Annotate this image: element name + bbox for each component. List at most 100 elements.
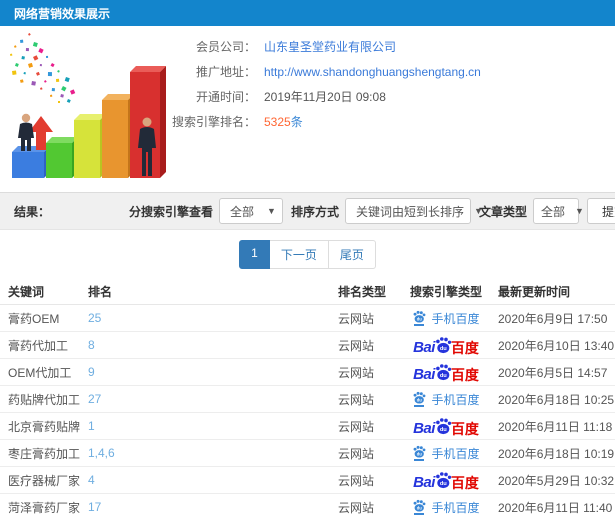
keyword-cell: 医疗器械厂家 xyxy=(8,473,81,488)
rank-link[interactable]: 4 xyxy=(88,473,95,487)
rank-type-cell: 云网站 xyxy=(338,473,375,488)
baidu-paw-icon: du xyxy=(436,363,452,380)
baidu-bai-text: Bai xyxy=(413,365,435,383)
filter-bar: 结果： 分搜索引擎查看 全部 ▼ 排序方式 关键词由短到长排序 ▼ 文章类型 全… xyxy=(0,192,615,230)
engine-cell: Bai du 百度 xyxy=(400,310,492,327)
page-title: 网络营销效果展示 xyxy=(14,6,111,21)
page-1-button[interactable]: 1 xyxy=(239,239,270,269)
engine-cell: Bai du 百度 xyxy=(400,363,492,382)
rank-type-cell: 云网站 xyxy=(338,446,375,461)
rank-count-unit: 条 xyxy=(290,115,303,129)
baidu-cn-text: 百度 xyxy=(450,366,479,383)
updated-cell: 2020年6月9日 17:50 xyxy=(498,311,608,326)
baidu-cn-text: 百度 xyxy=(450,420,479,437)
open-time-label: 开通时间： xyxy=(195,90,256,104)
article-type-select[interactable]: 全部 ▼ xyxy=(533,198,584,224)
engine-filter-label: 分搜索引擎查看 xyxy=(128,204,213,219)
next-page-button[interactable]: 下一页 xyxy=(269,239,329,269)
mobile-baidu-label: 手机百度 xyxy=(431,446,480,461)
table-row: 膏药OEM 25 云网站 Bai du 百度 xyxy=(0,305,615,332)
engine-cell: Bai du 百度 xyxy=(400,336,492,355)
open-time-row: 开通时间： 2019年11月20日 09:08 xyxy=(170,84,615,109)
updated-cell: 2020年6月5日 14:57 xyxy=(498,365,608,380)
chevron-down-icon: ▼ xyxy=(267,206,276,216)
svg-text:du: du xyxy=(417,397,423,402)
table-row: 膏药代加工 8 云网站 Bai du 百度 2020年6月10日 13:40 xyxy=(0,332,615,359)
svg-text:du: du xyxy=(417,316,423,321)
info-section: 会员公司： 山东皇圣堂药业有限公司 推广地址： http://www.shand… xyxy=(0,26,615,192)
svg-text:du: du xyxy=(417,505,423,510)
header-rank: 排名 xyxy=(88,284,113,299)
article-type-value: 全部 xyxy=(541,204,566,219)
header-bar: 网络营销效果展示 xyxy=(0,0,615,26)
baidu-paw-icon: du xyxy=(436,336,452,353)
keyword-cell: 药贴牌代加工 xyxy=(8,392,81,407)
mobile-paw-icon: du xyxy=(412,499,426,515)
keyword-cell: 枣庄膏药加工 xyxy=(8,446,81,461)
updated-cell: 2020年5月29日 10:32 xyxy=(498,473,615,488)
member-company-link[interactable]: 山东皇圣堂药业有限公司 xyxy=(264,38,396,55)
rank-link[interactable]: 8 xyxy=(88,338,95,352)
table-header: 关键词 排名 排名类型 搜索引擎类型 最新更新时间 xyxy=(0,278,615,305)
chevron-down-icon: ▼ xyxy=(575,206,584,216)
keyword-cell: 北京膏药贴牌 xyxy=(8,419,81,434)
promo-url-row: 推广地址： http://www.shandonghuangshengtang.… xyxy=(170,59,615,84)
open-time-value: 2019年11月20日 09:08 xyxy=(264,90,386,104)
svg-text:du: du xyxy=(440,481,447,487)
mobile-baidu-logo: du 手机百度 xyxy=(412,391,480,408)
updated-cell: 2020年6月18日 10:25 xyxy=(498,392,615,407)
rank-count-label: 搜索引擎排名： xyxy=(171,115,256,129)
sort-select[interactable]: 关键词由短到长排序 ▼ xyxy=(344,198,483,224)
keyword-cell: OEM代加工 xyxy=(8,365,72,380)
table-row: OEM代加工 9 云网站 Bai du 百度 2020年6月5日 14:57 xyxy=(0,359,615,386)
baidu-paw-icon: du xyxy=(436,471,452,488)
sort-filter-label: 排序方式 xyxy=(290,204,339,219)
rank-link[interactable]: 27 xyxy=(88,392,101,406)
rank-type-cell: 云网站 xyxy=(338,365,375,380)
keyword-cell: 膏药OEM xyxy=(8,311,60,326)
updated-cell: 2020年6月10日 13:40 xyxy=(498,338,615,353)
rank-count-row: 搜索引擎排名： 5325条 xyxy=(170,109,615,134)
baidu-logo: Bai du 百度 xyxy=(413,417,479,436)
rank-link[interactable]: 1,4,6 xyxy=(88,446,115,460)
rank-type-cell: 云网站 xyxy=(338,311,375,326)
baidu-cn-text: 百度 xyxy=(450,339,479,356)
last-page-button[interactable]: 尾页 xyxy=(328,239,376,269)
mobile-baidu-logo: du 手机百度 xyxy=(412,310,480,327)
rank-count-number: 5325 xyxy=(264,115,291,129)
table-row: 枣庄膏药加工 1,4,6 云网站 Bai du 百度 xyxy=(0,440,615,467)
table-row: 北京膏药贴牌 1 云网站 Bai du 百度 2020年6月11日 11:18 xyxy=(0,413,615,440)
rank-link[interactable]: 17 xyxy=(88,500,101,514)
promo-url-label: 推广地址： xyxy=(195,65,256,79)
keyword-cell: 膏药代加工 xyxy=(8,338,69,353)
rank-link[interactable]: 1 xyxy=(88,419,95,433)
pagination: 1 下一页 尾页 xyxy=(239,239,376,269)
header-keyword: 关键词 xyxy=(8,284,45,299)
baidu-cn-text: 百度 xyxy=(450,474,479,491)
rank-type-cell: 云网站 xyxy=(338,419,375,434)
rank-link[interactable]: 25 xyxy=(88,311,101,325)
mobile-paw-icon: du xyxy=(412,445,426,461)
engine-cell: Bai du 百度 xyxy=(400,471,492,490)
engine-select[interactable]: 全部 ▼ xyxy=(218,198,283,224)
rank-count-value: 5325条 xyxy=(264,113,303,130)
mobile-baidu-logo: du 手机百度 xyxy=(412,499,480,516)
mobile-baidu-label: 手机百度 xyxy=(431,392,480,407)
filter-controls: 分搜索引擎查看 全部 ▼ 排序方式 关键词由短到长排序 ▼ 文章类型 全部 ▼ … xyxy=(121,198,615,224)
submit-button[interactable]: 提交 xyxy=(587,198,615,224)
businessman-left xyxy=(18,113,34,151)
mobile-paw-icon: du xyxy=(412,310,426,326)
rank-type-cell: 云网站 xyxy=(338,392,375,407)
svg-text:du: du xyxy=(440,346,447,352)
member-company-label: 会员公司： xyxy=(195,40,256,54)
mobile-paw-icon: du xyxy=(412,391,426,407)
header-engine-type: 搜索引擎类型 xyxy=(409,284,482,299)
promo-url-link[interactable]: http://www.shandonghuangshengtang.cn xyxy=(264,65,481,79)
confetti-decoration xyxy=(10,32,76,103)
engine-cell: Bai du 百度 xyxy=(400,391,492,408)
engine-select-value: 全部 xyxy=(229,204,254,219)
mobile-baidu-label: 手机百度 xyxy=(431,500,480,515)
sort-select-value: 关键词由短到长排序 xyxy=(355,204,464,219)
baidu-logo: Bai du 百度 xyxy=(413,336,479,355)
rank-link[interactable]: 9 xyxy=(88,365,95,379)
